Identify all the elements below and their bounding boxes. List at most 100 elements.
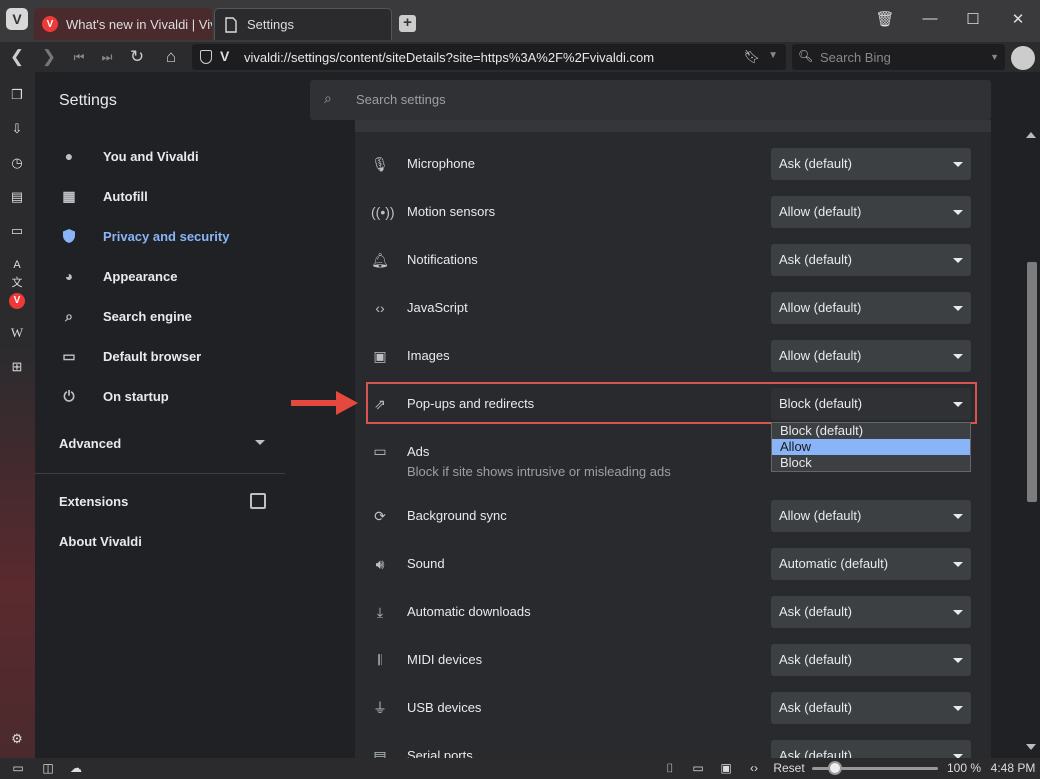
permission-select[interactable]: Ask (default) bbox=[771, 148, 971, 180]
trash-icon[interactable]: 🗑 bbox=[873, 10, 897, 30]
annotation-arrow-head bbox=[336, 391, 358, 415]
settings-gear-icon[interactable]: ⚙ bbox=[8, 730, 26, 748]
history-panel-icon[interactable]: ◷ bbox=[8, 154, 26, 172]
permission-row-background-sync: ⟳ Background sync Allow (default) bbox=[355, 492, 991, 540]
sync-cloud-icon[interactable]: ☁ bbox=[66, 760, 86, 776]
browser-icon: ▭ bbox=[62, 348, 76, 364]
search-dropdown-icon[interactable]: ▼ bbox=[990, 52, 999, 62]
dropdown-option[interactable]: Block bbox=[772, 455, 970, 471]
sidebar-item-search-engine[interactable]: ⌕ Search engine bbox=[35, 296, 285, 336]
settings-search[interactable]: ⌕ Search settings bbox=[310, 80, 991, 120]
settings-title: Settings bbox=[59, 92, 117, 109]
palette-icon: ◕ bbox=[64, 268, 74, 284]
permission-label: Background sync bbox=[407, 508, 507, 523]
page-actions-icon[interactable]: ‹› bbox=[744, 760, 764, 776]
minimize-button[interactable]: — bbox=[918, 10, 942, 30]
shield-icon bbox=[61, 228, 77, 244]
translate-panel-icon[interactable]: A文 bbox=[8, 256, 26, 289]
scroll-down-icon[interactable] bbox=[1026, 744, 1036, 750]
notes-panel-icon[interactable]: ▤ bbox=[8, 188, 26, 206]
about-vivaldi-link[interactable]: About Vivaldi bbox=[59, 534, 142, 549]
site-shield-icon[interactable] bbox=[200, 50, 212, 64]
sidebar-item-privacy-and-security[interactable]: Privacy and security bbox=[35, 216, 285, 256]
new-tab-button[interactable]: + bbox=[399, 15, 416, 32]
permission-select[interactable]: Automatic (default) bbox=[771, 548, 971, 580]
sidebar-item-label: Search engine bbox=[103, 308, 192, 324]
tiling-icon[interactable]: ◫ bbox=[38, 760, 58, 776]
dropdown-option-highlighted[interactable]: Allow bbox=[772, 439, 970, 455]
piano-icon: 𝄃 bbox=[378, 652, 382, 668]
chevron-down-icon[interactable] bbox=[255, 440, 265, 445]
add-panel-icon[interactable]: ⊞ bbox=[8, 358, 26, 376]
vivaldi-favicon-icon: V bbox=[42, 16, 58, 32]
sidebar-item-appearance[interactable]: ◕ Appearance bbox=[35, 256, 285, 296]
downloads-panel-icon[interactable]: ⇩ bbox=[8, 120, 26, 138]
permission-select[interactable]: Ask (default) bbox=[771, 596, 971, 628]
sidebar-item-autofill[interactable]: ▦ Autofill bbox=[35, 176, 285, 216]
search-placeholder: Search Bing bbox=[820, 50, 891, 65]
permission-row-sound: 🔊︎ Sound Automatic (default) bbox=[355, 540, 991, 588]
bookmark-icon[interactable]: 🔖︎ bbox=[743, 49, 760, 65]
back-icon[interactable]: ❮ bbox=[6, 47, 28, 67]
dropdown-option[interactable]: Block (default) bbox=[772, 423, 970, 439]
image-toggle-icon[interactable]: ▣ bbox=[716, 760, 736, 776]
panel-strip: ❒ ⇩ ◷ ▤ ▭ A文 V W ⊞ ⚙ bbox=[0, 72, 35, 760]
camera-icon[interactable]: ⌷ bbox=[660, 760, 680, 776]
popups-dropdown-list: Block (default) Allow Block bbox=[771, 422, 971, 472]
permission-select[interactable]: Allow (default) bbox=[771, 340, 971, 372]
wikipedia-panel-icon[interactable]: W bbox=[8, 324, 26, 342]
permission-select[interactable]: Ask (default) bbox=[771, 692, 971, 724]
vivaldi-menu-icon[interactable]: V bbox=[6, 8, 28, 30]
permission-select[interactable]: Ask (default) bbox=[771, 740, 971, 760]
sidebar-item-label: On startup bbox=[103, 388, 169, 404]
profile-avatar[interactable] bbox=[1011, 46, 1035, 70]
extensions-link[interactable]: Extensions bbox=[59, 494, 128, 509]
panel-toggle-icon[interactable]: ▭ bbox=[8, 760, 28, 776]
close-button[interactable]: ✕ bbox=[1006, 10, 1030, 30]
sidebar-item-you-and-vivaldi[interactable]: ● You and Vivaldi bbox=[35, 136, 285, 176]
reload-icon[interactable]: ↻ bbox=[126, 47, 148, 67]
open-external-icon[interactable] bbox=[250, 493, 266, 509]
url-field[interactable]: V vivaldi://settings/content/siteDetails… bbox=[192, 44, 786, 70]
tab-label: Settings bbox=[247, 17, 294, 32]
permission-select[interactable]: Allow (default) bbox=[771, 196, 971, 228]
search-engine-icon[interactable]: 🔍︎ bbox=[798, 49, 813, 63]
clock[interactable]: 4:48 PM bbox=[990, 760, 1036, 776]
permission-select[interactable]: Ask (default) bbox=[771, 244, 971, 276]
permission-row-usb-devices: ⏚ USB devices Ask (default) bbox=[355, 684, 991, 732]
permission-select[interactable]: Allow (default) bbox=[771, 292, 971, 324]
fast-forward-icon[interactable]: ⏭ bbox=[96, 47, 118, 67]
maximize-button[interactable]: ☐ bbox=[961, 10, 985, 30]
sync-icon: ⟳ bbox=[374, 508, 386, 524]
permission-label: Microphone bbox=[407, 156, 475, 171]
site-badge: V bbox=[220, 48, 230, 64]
search-field[interactable]: 🔍︎ Search Bing ▼ bbox=[792, 44, 1005, 70]
permission-select[interactable]: Ask (default) bbox=[771, 644, 971, 676]
sidebar-item-default-browser[interactable]: ▭ Default browser bbox=[35, 336, 285, 376]
person-icon: ● bbox=[64, 148, 74, 164]
annotation-arrow bbox=[291, 400, 337, 406]
address-toolbar: ❮ ❯ ⏮ ⏭ ↻ ⌂ V vivaldi://settings/content… bbox=[0, 42, 1040, 72]
window-panel-icon[interactable]: ▭ bbox=[8, 222, 26, 240]
vivaldi-panel-icon[interactable]: V bbox=[8, 290, 26, 309]
tab-whats-new[interactable]: V What's new in Vivaldi | Viva bbox=[34, 8, 212, 40]
tab-settings[interactable]: Settings bbox=[214, 8, 392, 40]
url-dropdown-icon[interactable]: ▼ bbox=[768, 50, 778, 61]
rewind-icon[interactable]: ⏮ bbox=[68, 47, 90, 67]
window-icon[interactable]: ▭ bbox=[688, 760, 708, 776]
scroll-up-icon[interactable] bbox=[1026, 132, 1036, 138]
url-text[interactable]: vivaldi://settings/content/siteDetails?s… bbox=[244, 50, 654, 65]
permission-label: Notifications bbox=[407, 252, 478, 267]
bookmarks-panel-icon[interactable]: ❒ bbox=[8, 86, 26, 104]
zoom-slider-handle[interactable] bbox=[828, 761, 842, 775]
permission-row-microphone: 🎙︎ Microphone Ask (default) bbox=[355, 140, 991, 188]
scrollbar-thumb[interactable] bbox=[1027, 262, 1037, 502]
advanced-section-toggle[interactable]: Advanced bbox=[59, 436, 121, 451]
zoom-reset-button[interactable]: Reset bbox=[772, 760, 806, 776]
forward-icon[interactable]: ❯ bbox=[38, 47, 60, 67]
sidebar-item-on-startup[interactable]: ⏻ On startup bbox=[35, 376, 285, 416]
home-icon[interactable]: ⌂ bbox=[160, 47, 182, 67]
bell-icon: 🔔︎ bbox=[371, 252, 389, 268]
permission-label: Sound bbox=[407, 556, 445, 571]
permission-select[interactable]: Allow (default) bbox=[771, 500, 971, 532]
